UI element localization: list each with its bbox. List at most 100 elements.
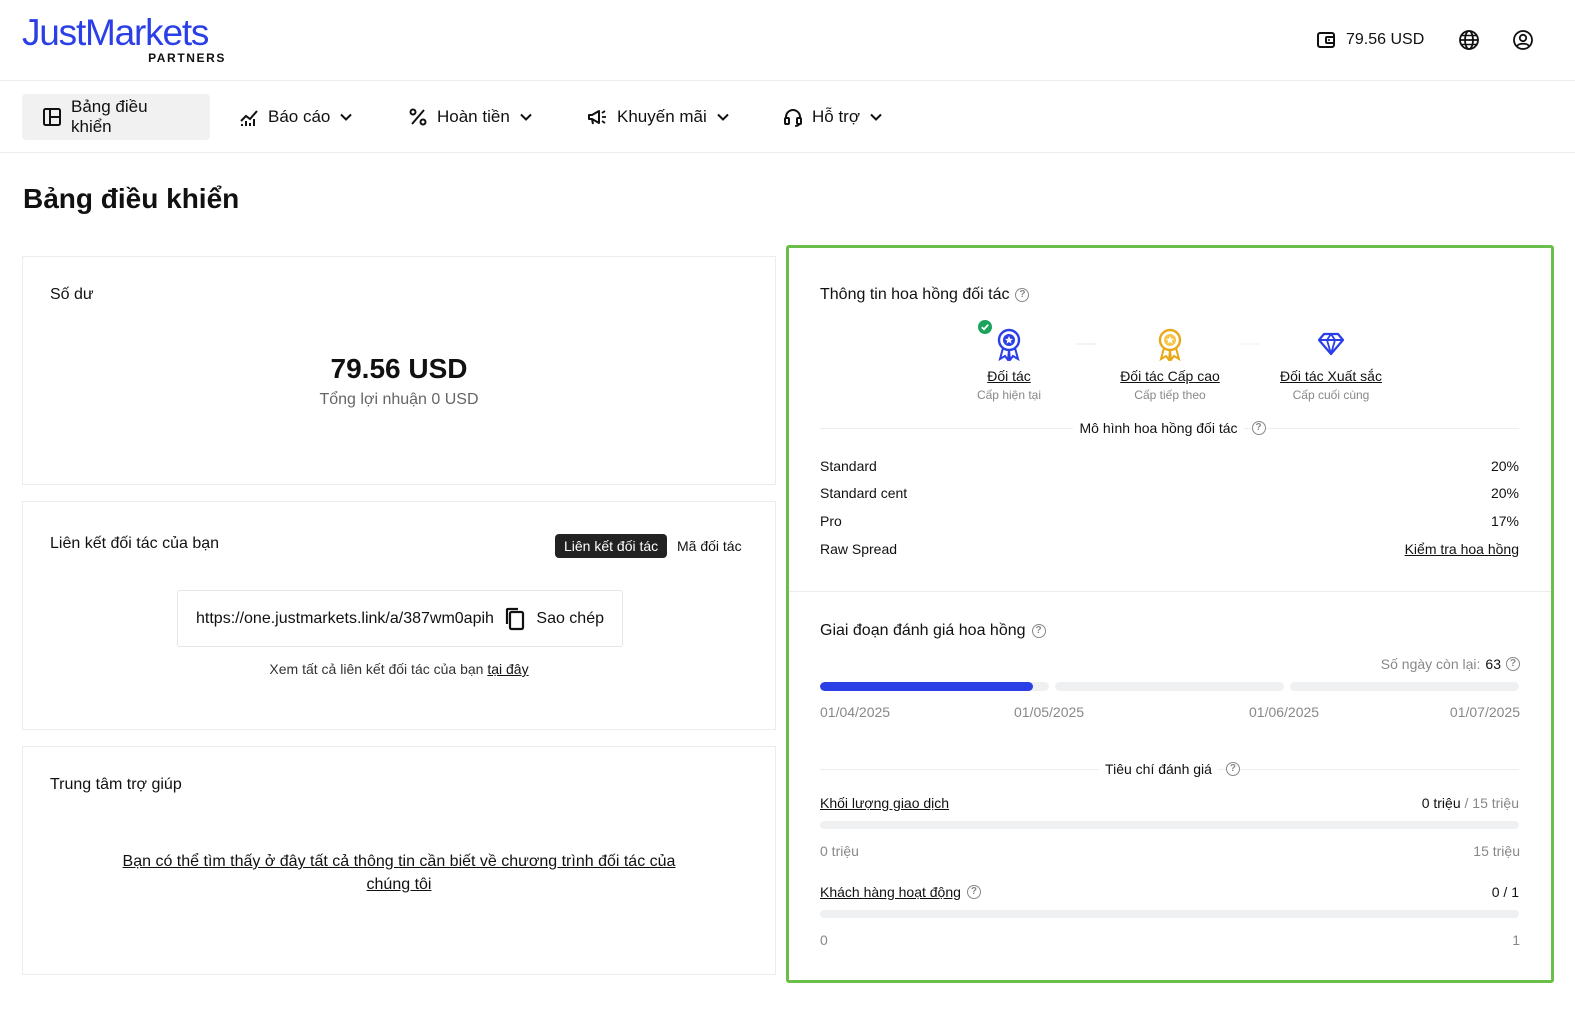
- commission-info-title: Thông tin hoa hồng đối tác ?: [820, 286, 1030, 304]
- criteria-title: Tiêu chí đánh giá ?: [820, 761, 1519, 777]
- megaphone-icon: [588, 110, 606, 125]
- all-links-here-link[interactable]: tại đây: [487, 661, 528, 677]
- rate-name: Pro: [820, 513, 842, 529]
- brand-sub: PARTNERS: [148, 51, 226, 65]
- header-balance[interactable]: 79.56 USD: [1316, 28, 1424, 52]
- medal-gold-icon: [1158, 328, 1182, 361]
- nav-rebates[interactable]: Hoàn tiền: [388, 94, 553, 140]
- toggle-partner-link[interactable]: Liên kết đối tác: [555, 534, 668, 558]
- user-icon: [1513, 30, 1533, 50]
- help-center-link[interactable]: Bạn có thể tìm thấy ở đây tất cả thông t…: [123, 853, 676, 893]
- commission-model-title-text: Mô hình hoa hồng đối tác: [1073, 420, 1244, 436]
- days-left-label: Số ngày còn lại:: [1380, 656, 1481, 672]
- criteria-clients-max: 1: [1512, 932, 1520, 948]
- tier-excellent-icon-wrap: [1261, 326, 1401, 362]
- progress-fill: [820, 682, 1033, 691]
- nav-reports[interactable]: Báo cáo: [219, 94, 373, 140]
- profile-button[interactable]: [1511, 28, 1535, 52]
- balance-card-title: Số dư: [50, 286, 94, 303]
- help-icon[interactable]: ?: [1015, 288, 1030, 302]
- criteria-clients-min: 0: [820, 932, 828, 948]
- chart-icon: [240, 110, 258, 126]
- help-icon[interactable]: ?: [966, 885, 981, 899]
- help-center-card: Trung tâm trợ giúp Bạn có thể tìm thấy ở…: [22, 746, 776, 975]
- chevron-down-icon: [340, 113, 353, 121]
- rate-name: Standard cent: [820, 485, 908, 501]
- commission-info-title-text: Thông tin hoa hồng đối tác: [820, 286, 1010, 303]
- help-icon[interactable]: ?: [1251, 421, 1266, 435]
- evaluation-title: Giai đoạn đánh giá hoa hồng ?: [820, 622, 1046, 640]
- help-icon[interactable]: ?: [1506, 657, 1520, 671]
- nav-dashboard[interactable]: Bảng điều khiển: [22, 94, 210, 140]
- tier-senior-name: Đối tác Cấp cao: [1120, 368, 1220, 384]
- date-label: 01/06/2025: [1249, 704, 1320, 720]
- toggle-partner-code[interactable]: Mã đối tác: [668, 534, 751, 558]
- partner-link-url[interactable]: https://one.justmarkets.link/a/387wm0api…: [196, 610, 504, 628]
- criteria-volume-progress: 0 triệu / 15 triệu: [1422, 795, 1519, 811]
- criteria-title-text: Tiêu chí đánh giá: [1099, 761, 1218, 777]
- nav-reports-label: Báo cáo: [268, 107, 331, 126]
- progress-segment: [1055, 682, 1284, 691]
- criteria-volume-name[interactable]: Khối lượng giao dịch: [820, 795, 949, 811]
- tier-excellent-name: Đối tác Xuất sắc: [1280, 368, 1382, 384]
- chevron-down-icon: [870, 113, 882, 121]
- criteria-volume: Khối lượng giao dịch 0 triệu / 15 triệu: [820, 795, 1519, 811]
- check-commission-link[interactable]: Kiểm tra hoa hồng: [1405, 541, 1519, 557]
- page-title: Bảng điều khiển: [23, 183, 240, 214]
- help-icon[interactable]: ?: [1031, 624, 1046, 638]
- date-label: 01/04/2025: [820, 704, 891, 720]
- chevron-down-icon: [717, 113, 729, 121]
- partner-link-card: Liên kết đối tác của bạn Liên kết đối tá…: [22, 501, 776, 730]
- tier-partner-name: Đối tác: [987, 368, 1031, 384]
- nav-rebates-label: Hoàn tiền: [437, 107, 510, 126]
- tier-senior-partner[interactable]: Đối tác Cấp cao Cấp tiếp theo: [1100, 326, 1240, 402]
- headset-icon: [784, 109, 802, 127]
- globe-icon: [1459, 30, 1479, 50]
- criteria-clients-label: Khách hàng hoạt động ?: [820, 884, 981, 900]
- commission-info-section: Thông tin hoa hồng đối tác ? Đối tác Cấp…: [789, 248, 1551, 591]
- copy-button[interactable]: Sao chép: [504, 607, 604, 631]
- days-left: Số ngày còn lại: 63 ?: [1381, 656, 1520, 672]
- rate-value: 17%: [1490, 513, 1519, 529]
- chevron-down-icon: [520, 113, 532, 121]
- help-center-link-wrap: Bạn có thể tìm thấy ở đây tất cả thông t…: [113, 850, 685, 896]
- language-button[interactable]: [1457, 28, 1481, 52]
- criteria-clients-current: 0 / 1: [1491, 884, 1519, 900]
- nav-support-label: Hỗ trợ: [812, 107, 860, 126]
- all-links-note: Xem tất cả liên kết đối tác của bạn tại …: [23, 661, 775, 677]
- date-label: 01/07/2025: [1449, 704, 1520, 720]
- percent-icon: [409, 108, 427, 126]
- nav-support[interactable]: Hỗ trợ: [763, 94, 903, 140]
- dashboard-icon: [43, 108, 61, 126]
- criteria-clients-name[interactable]: Khách hàng hoạt động: [820, 884, 961, 900]
- rate-row-pro: Pro 17%: [820, 513, 1519, 529]
- criteria-volume-current: 0 triệu: [1421, 795, 1461, 811]
- total-profit: Tổng lợi nhuận 0 USD: [319, 391, 479, 408]
- copy-button-label: Sao chép: [536, 609, 604, 627]
- balance-value: 79.56 USD: [330, 353, 468, 384]
- tier-partner[interactable]: Đối tác Cấp hiện tại: [939, 320, 1079, 402]
- progress-segment: [1290, 682, 1519, 691]
- rate-name: Standard: [820, 458, 877, 474]
- tier-partner-sub: Cấp hiện tại: [976, 388, 1042, 402]
- all-links-note-text: Xem tất cả liên kết đối tác của bạn: [269, 661, 484, 677]
- tier-excellent-sub: Cấp cuối cùng: [1292, 388, 1370, 402]
- copy-icon: [506, 607, 525, 630]
- header-balance-value: 79.56 USD: [1346, 31, 1425, 48]
- help-icon[interactable]: ?: [1225, 762, 1240, 776]
- criteria-separator: /: [1460, 795, 1473, 811]
- nav-promotions-label: Khuyến mãi: [617, 107, 707, 126]
- criteria-active-clients: Khách hàng hoạt động ? 0 / 1: [820, 884, 1519, 900]
- days-left-value: 63: [1485, 656, 1501, 672]
- rate-row-standard-cent: Standard cent 20%: [820, 485, 1519, 501]
- nav-promotions[interactable]: Khuyến mãi: [566, 94, 750, 140]
- evaluation-progress: [820, 682, 1519, 691]
- brand-logo[interactable]: JustMarkets PARTNERS: [22, 14, 232, 66]
- tier-excellent-partner[interactable]: Đối tác Xuất sắc Cấp cuối cùng: [1261, 326, 1401, 402]
- rate-row-standard: Standard 20%: [820, 458, 1519, 474]
- partner-link-box: https://one.justmarkets.link/a/387wm0api…: [177, 590, 623, 647]
- top-header: JustMarkets PARTNERS 79.56 USD: [0, 0, 1575, 81]
- wallet-icon: [1317, 32, 1335, 48]
- nav-dashboard-label: Bảng điều khiển: [71, 97, 148, 136]
- tier-senior-sub: Cấp tiếp theo: [1134, 388, 1206, 402]
